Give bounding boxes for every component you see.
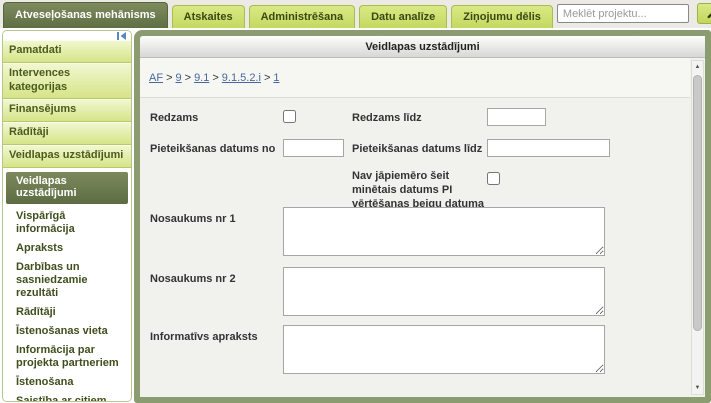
breadcrumb-separator: > <box>166 72 172 84</box>
top-nav-right: Palīdzība (admin) <box>557 3 711 28</box>
tab-zinojumu-delis[interactable]: Ziņojumu dēlis <box>451 5 553 28</box>
submenu-item-darbibas-un-rezultati[interactable]: Darbības un sasniedzamie rezultāti <box>3 258 131 303</box>
scroll-down-icon[interactable]: ▼ <box>692 382 703 394</box>
search-input[interactable] <box>557 4 689 23</box>
nosaukums-nr-1-label: Nosaukums nr 1 <box>150 213 236 227</box>
redzams-checkbox[interactable] <box>283 110 296 123</box>
top-nav: Atveseļošanas mehānisms Atskaites Admini… <box>0 0 711 28</box>
app-root: Atveseļošanas mehānisms Atskaites Admini… <box>0 0 711 403</box>
sidebar-item-finansejums[interactable]: Finansējums <box>3 99 131 122</box>
submenu-item-projekta-partneri[interactable]: Informācija par projekta partneriem <box>3 341 131 373</box>
breadcrumb-link-9-1[interactable]: 9.1 <box>194 72 209 84</box>
redzams-label: Redzams <box>150 112 198 126</box>
scrollbar[interactable]: ▲ ▼ <box>691 60 704 395</box>
collapse-sidebar-icon[interactable] <box>117 31 126 40</box>
breadcrumb-link-9[interactable]: 9 <box>176 72 182 84</box>
wrench-icon <box>707 8 711 19</box>
sidebar-item-raditaji[interactable]: Rādītāji <box>3 122 131 145</box>
submenu-item-apraksts[interactable]: Apraksts <box>3 239 131 258</box>
breadcrumb: AF>9>9.1>9.1.5.2.i>1 <box>140 58 690 98</box>
breadcrumb-link-1[interactable]: 1 <box>273 72 279 84</box>
nosaukums-nr-2-label: Nosaukums nr 2 <box>150 273 236 287</box>
breadcrumb-separator: > <box>264 72 270 84</box>
breadcrumb-link-9-1-5-2-i[interactable]: 9.1.5.2.i <box>222 72 261 84</box>
informativs-apraksts-textarea[interactable] <box>283 325 605 374</box>
sidebar-header <box>3 31 131 40</box>
submenu-item-istenosana[interactable]: Īstenošana <box>3 373 131 392</box>
pieteiksanas-datums-lidz-label: Pieteikšanas datums līdz <box>352 143 482 157</box>
main-panel-inner: Veidlapas uzstādījumi AF>9>9.1>9.1.5.2.i… <box>140 36 705 397</box>
main-panel: Veidlapas uzstādījumi AF>9>9.1>9.1.5.2.i… <box>134 30 711 403</box>
scrollbar-thumb[interactable] <box>693 75 702 331</box>
sidebar: Pamatdati Intervences kategorijas Finans… <box>2 30 132 402</box>
nosaukums-nr-1-textarea[interactable] <box>283 207 605 256</box>
submenu-item-raditaji[interactable]: Rādītāji <box>3 303 131 322</box>
submenu-item-vispariga-informacija[interactable]: Vispārīgā informācija <box>3 207 131 239</box>
redzams-lidz-input[interactable] <box>487 108 546 126</box>
tab-atveselosanas-mehanisms[interactable]: Atveseļošanas mehānisms <box>3 2 168 28</box>
submenu-item-istenosanas-vieta[interactable]: Īstenošanas vieta <box>3 322 131 341</box>
breadcrumb-separator: > <box>212 72 218 84</box>
sidebar-item-intervences-kategorijas[interactable]: Intervences kategorijas <box>3 63 131 100</box>
tab-administresana[interactable]: Administrēšana <box>249 5 356 28</box>
sidebar-submenu: Veidlapas uzstādījumi Vispārīgā informāc… <box>3 168 131 403</box>
scroll-up-icon[interactable]: ▲ <box>692 61 703 73</box>
breadcrumb-link-af[interactable]: AF <box>149 72 163 84</box>
redzams-lidz-label: Redzams līdz <box>352 112 422 126</box>
submenu-item-saistiba-citiem-projektiem[interactable]: Saistība ar citiem projektiem <box>3 392 131 402</box>
page-title: Veidlapas uzstādījumi <box>140 36 705 58</box>
informativs-apraksts-label: Informatīvs apraksts <box>150 331 258 345</box>
nosaukums-nr-2-textarea[interactable] <box>283 267 605 316</box>
pieteiksanas-datums-no-input[interactable] <box>283 139 344 157</box>
pieteiksanas-datums-no-label: Pieteikšanas datums no <box>150 143 275 157</box>
tab-atskaites[interactable]: Atskaites <box>172 5 245 28</box>
pieteiksanas-datums-lidz-input[interactable] <box>487 139 610 157</box>
submenu-item-veidlapas-uzstadijumi[interactable]: Veidlapas uzstādījumi <box>6 172 128 205</box>
tab-datu-analize[interactable]: Datu analīze <box>359 5 447 28</box>
sidebar-item-pamatdati[interactable]: Pamatdati <box>3 40 131 63</box>
nav-japiemero-checkbox[interactable] <box>487 172 500 185</box>
breadcrumb-separator: > <box>185 72 191 84</box>
main-content: AF>9>9.1>9.1.5.2.i>1 Redzams Redzams līd… <box>140 58 705 397</box>
sidebar-item-veidlapas-uzstadijumi[interactable]: Veidlapas uzstādījumi <box>3 145 131 168</box>
help-button[interactable]: Palīdzība (admin) <box>697 3 711 24</box>
